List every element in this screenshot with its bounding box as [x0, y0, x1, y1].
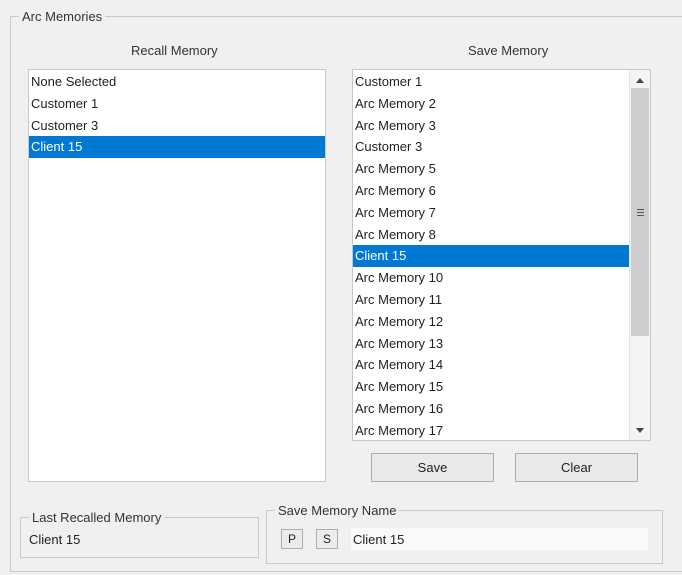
list-item[interactable]: Arc Memory 8	[353, 224, 629, 246]
list-item[interactable]: Arc Memory 7	[353, 202, 629, 224]
list-item[interactable]: Customer 1	[29, 93, 325, 115]
clear-button[interactable]: Clear	[515, 453, 638, 482]
scroll-up-arrow-icon[interactable]	[630, 72, 650, 88]
list-item[interactable]: None Selected	[29, 71, 325, 93]
save-list-scrollbar[interactable]	[629, 70, 650, 440]
list-item[interactable]: Arc Memory 15	[353, 376, 629, 398]
list-item[interactable]: Arc Memory 17	[353, 420, 629, 440]
arc-memories-title: Arc Memories	[19, 9, 106, 24]
list-item[interactable]: Arc Memory 10	[353, 267, 629, 289]
list-item[interactable]: Customer 1	[353, 71, 629, 93]
list-item[interactable]: Arc Memory 13	[353, 333, 629, 355]
last-recalled-value: Client 15	[29, 532, 81, 547]
grip-icon	[636, 208, 644, 216]
list-item[interactable]: Arc Memory 11	[353, 289, 629, 311]
save-memory-name-title: Save Memory Name	[275, 503, 400, 518]
list-item[interactable]: Arc Memory 6	[353, 180, 629, 202]
save-memory-items: Customer 1 Arc Memory 2 Arc Memory 3 Custom…	[353, 71, 629, 440]
list-item[interactable]: Arc Memory 2	[353, 93, 629, 115]
save-memory-name-input[interactable]	[351, 528, 648, 550]
last-recalled-title: Last Recalled Memory	[29, 510, 165, 525]
list-item[interactable]: Customer 3	[29, 115, 325, 137]
list-item[interactable]: Arc Memory 3	[353, 115, 629, 137]
list-item[interactable]: Arc Memory 14	[353, 354, 629, 376]
scroll-thumb[interactable]	[631, 88, 649, 336]
list-item[interactable]: Customer 3	[353, 136, 629, 158]
s-button[interactable]: S	[316, 529, 338, 549]
recall-memory-list[interactable]: None Selected Customer 1 Customer 3 Client …	[28, 69, 326, 482]
save-memory-header: Save Memory	[468, 43, 549, 58]
list-item[interactable]: Client 15	[29, 136, 325, 159]
scroll-down-arrow-icon[interactable]	[630, 422, 650, 438]
save-button[interactable]: Save	[371, 453, 494, 482]
list-item[interactable]: Arc Memory 16	[353, 398, 629, 420]
p-button[interactable]: P	[281, 529, 303, 549]
save-memory-list[interactable]: Customer 1 Arc Memory 2 Arc Memory 3 Custom…	[352, 69, 651, 441]
recall-memory-header: Recall Memory	[131, 43, 218, 58]
list-item[interactable]: Arc Memory 12	[353, 311, 629, 333]
list-item[interactable]: Client 15	[353, 245, 629, 268]
list-item[interactable]: Arc Memory 5	[353, 158, 629, 180]
